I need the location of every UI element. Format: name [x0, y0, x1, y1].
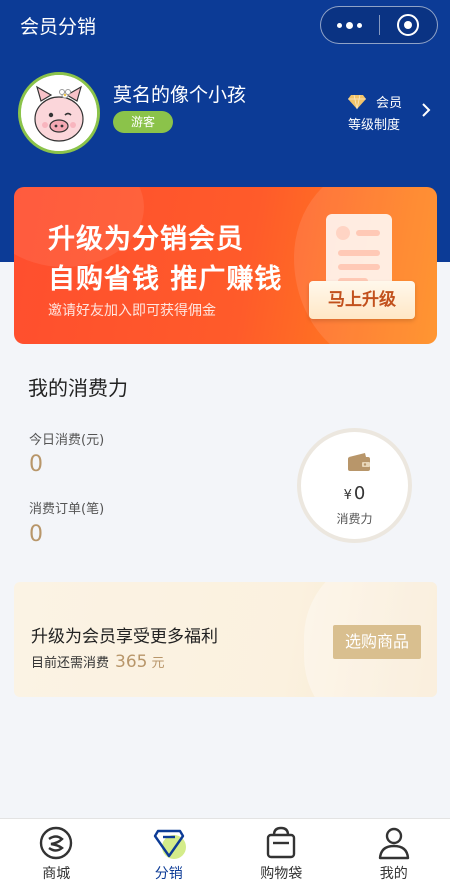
pig-avatar-icon: [21, 75, 97, 151]
promo-note: 邀请好友加入即可获得佣金: [48, 303, 216, 319]
level-system-label: 等级制度: [348, 118, 401, 133]
member-benefit-card: 升级为会员享受更多福利 目前还需消费 365 元 选购商品: [14, 582, 437, 697]
consumption-power-label: 消费力: [336, 512, 373, 526]
bottom-tab-bar: 商城 分销 购物袋 我的: [0, 818, 450, 888]
spending-needed-label: 目前还需消费: [31, 656, 110, 671]
consumption-power-value: ¥0: [301, 483, 408, 504]
today-spending-label: 今日消费(元): [29, 433, 105, 448]
user-name: 莫名的像个小孩: [113, 84, 247, 106]
wallet-icon: [348, 453, 370, 471]
orders-count-value: 0: [29, 522, 43, 547]
currency-symbol: ¥: [343, 488, 352, 503]
diamond-icon: [348, 94, 366, 110]
tab-profile[interactable]: 我的: [338, 819, 450, 888]
tab-shopping-bag[interactable]: 购物袋: [225, 819, 338, 888]
more-menu-button[interactable]: [321, 7, 379, 43]
promo-title: 升级为分销会员: [48, 224, 244, 255]
upgrade-now-button[interactable]: 马上升级: [309, 281, 415, 319]
tab-label: 分销: [154, 866, 183, 882]
profile-icon: [378, 827, 409, 860]
spending-needed-value: 365: [115, 652, 148, 672]
more-dot-icon: [346, 21, 354, 29]
shop-products-button[interactable]: 选购商品: [333, 625, 421, 659]
tab-label: 商城: [42, 866, 71, 882]
mini-program-capsule: [320, 6, 438, 44]
target-close-icon: [397, 14, 420, 36]
tab-label: 我的: [379, 866, 408, 882]
promo-subtitle: 自购省钱 推广赚钱: [48, 264, 283, 295]
more-dot-icon: [357, 22, 363, 28]
level-system-link[interactable]: 会员 等级制度: [340, 92, 448, 134]
upgrade-promo-banner[interactable]: 升级为分销会员 自购省钱 推广赚钱 邀请好友加入即可获得佣金 马上升级: [14, 187, 437, 344]
mall-icon: [40, 826, 73, 860]
chevron-right-icon: [422, 103, 431, 117]
power-amount: 0: [353, 483, 366, 504]
distribution-icon: [153, 829, 186, 859]
orders-count-label: 消费订单(笔): [29, 502, 105, 517]
close-mini-program-button[interactable]: [379, 7, 437, 43]
avatar[interactable]: [18, 72, 100, 154]
benefit-title: 升级为会员享受更多福利: [31, 627, 218, 647]
member-status-badge: 游客: [113, 111, 173, 133]
more-dot-icon: [337, 22, 343, 28]
page-title: 会员分销: [20, 16, 97, 38]
today-spending-value: 0: [29, 452, 43, 477]
tab-label: 购物袋: [260, 866, 303, 882]
spending-needed-line: 目前还需消费 365 元: [31, 652, 164, 672]
member-label: 会员: [376, 96, 403, 111]
consumption-power-circle: ¥0 消费力: [297, 428, 412, 543]
spending-needed-unit: 元: [151, 656, 165, 671]
shopping-bag-icon: [267, 826, 296, 859]
tab-mall[interactable]: 商城: [0, 819, 113, 888]
consumption-section-title: 我的消费力: [28, 376, 128, 400]
tab-distribution[interactable]: 分销: [113, 819, 226, 888]
